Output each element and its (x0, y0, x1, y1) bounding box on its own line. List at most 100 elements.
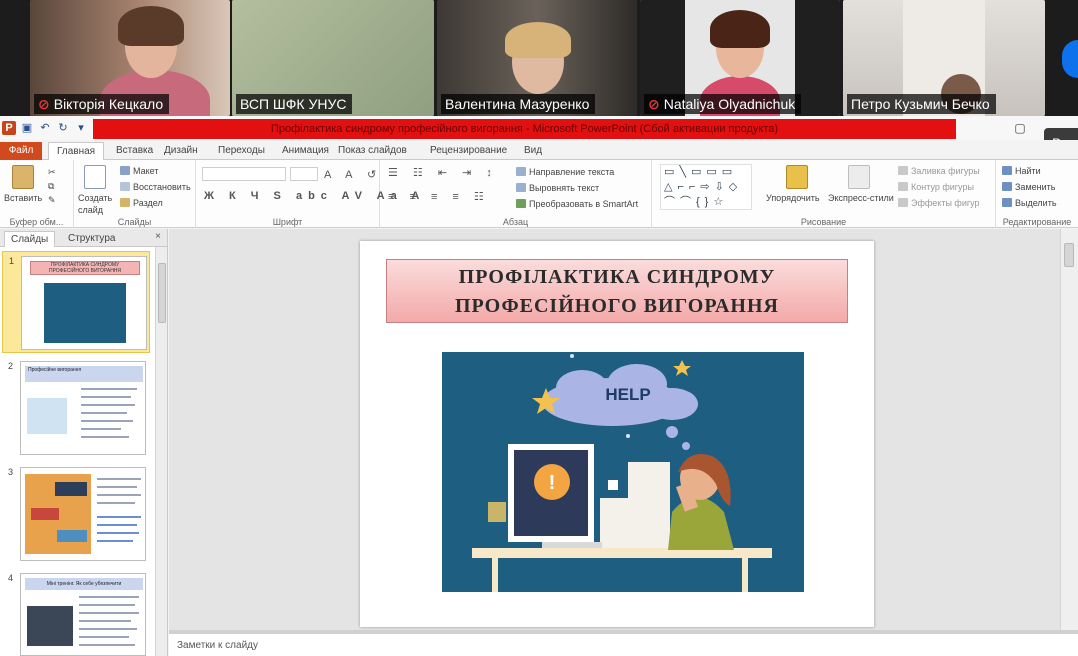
mic-muted-icon: ⊘ (38, 96, 50, 112)
select-button[interactable]: Выделить (1002, 197, 1057, 209)
shape-effects-icon (898, 198, 908, 207)
slide-thumbnail-4[interactable]: 4 Міні тренінг. Як себе убезпечити (2, 569, 150, 656)
format-painter-icon[interactable]: ✎ (48, 194, 56, 206)
slide-number: 2 (8, 361, 14, 371)
scroll-thumb[interactable] (1064, 243, 1074, 267)
editor-scrollbar[interactable] (1060, 229, 1078, 630)
participant-tile[interactable]: ⊘ Вікторія Кецкало (30, 0, 230, 116)
slide-thumbnail-3[interactable]: 3 (2, 463, 150, 565)
copy-icon[interactable]: ⧉ (48, 180, 54, 192)
shape-effects-button[interactable]: Эффекты фигур (898, 197, 980, 209)
shape-fill-button[interactable]: Заливка фигуры (898, 165, 980, 177)
group-label: Буфер обм... (9, 217, 64, 227)
layout-icon (120, 166, 130, 175)
customize-toolbar-icon[interactable]: ▾ (74, 121, 88, 135)
burnout-illustration[interactable]: HELP ! (442, 352, 804, 592)
slide-thumbnail-2[interactable]: 2 Професійне вигорання (2, 357, 150, 459)
shape-outline-button[interactable]: Контур фигуры (898, 181, 974, 193)
tab-design[interactable]: Дизайн (164, 142, 198, 160)
text-direction-button[interactable]: Направление текста (516, 166, 614, 178)
layout-button[interactable]: Макет (120, 165, 158, 177)
join-button[interactable] (1062, 40, 1078, 78)
video-strip: ⊘ Вікторія Кецкало ВСП ШФК УНУС Валентина… (0, 0, 1078, 116)
panel-scrollbar[interactable] (155, 247, 167, 656)
notes-pane[interactable]: Заметки к слайду (169, 630, 1078, 656)
paste-button[interactable]: Вставить (4, 192, 42, 204)
help-cloud-icon (542, 364, 698, 450)
list-icons[interactable]: ☰ ☷ ⇤ ⇥ ↕ (388, 166, 498, 179)
thumbnail-preview: Професійне вигорання (20, 361, 146, 455)
arrange-button[interactable]: Упорядочить (766, 192, 820, 204)
tab-slide-show[interactable]: Показ слайдов (338, 142, 407, 160)
new-slide-button[interactable]: Создать слайд (78, 192, 118, 216)
find-button[interactable]: Найти (1002, 165, 1041, 177)
thumbnail-preview: ПРОФІЛАКТИКА СИНДРОМУ ПРОФЕСІЙНОГО ВИГОР… (21, 256, 147, 350)
tab-file[interactable]: Файл (0, 142, 42, 160)
thumbnail-title: Професійне вигорання (25, 366, 143, 382)
group-slides: Создать слайд Макет Восстановить Раздел … (74, 160, 196, 228)
save-icon[interactable]: ▣ (20, 121, 34, 135)
tab-review[interactable]: Рецензирование (430, 142, 507, 160)
star-icon (673, 360, 691, 376)
smartart-button[interactable]: Преобразовать в SmartArt (516, 198, 638, 210)
participant-tile[interactable]: ВСП ШФК УНУС (232, 0, 434, 116)
scroll-thumb[interactable] (158, 263, 166, 323)
shape-fill-icon (898, 166, 908, 175)
thumbnail-image (27, 606, 73, 646)
slide-thumbnail-1[interactable]: 1 ПРОФІЛАКТИКА СИНДРОМУ ПРОФЕСІЙНОГО ВИГ… (2, 251, 150, 353)
participant-name: ⊘ Вікторія Кецкало (34, 94, 170, 114)
cut-icon[interactable]: ✂ (48, 166, 56, 178)
participant-tile[interactable]: Петро Кузьмич Бечко (843, 0, 1045, 116)
replace-button[interactable]: Заменить (1002, 181, 1055, 193)
tab-outline[interactable]: Структура (62, 231, 121, 247)
restore-window-icon[interactable]: ▢ (1012, 120, 1028, 136)
font-name-field[interactable] (202, 167, 286, 181)
ribbon: Вставить ✂ ⧉ ✎ Буфер обм... Создать слай… (0, 160, 1078, 228)
font-size-icons[interactable]: A A ↺ (324, 168, 382, 181)
redo-icon[interactable]: ↻ (56, 121, 70, 135)
help-text: HELP (605, 385, 650, 404)
group-editing: Найти Заменить Выделить Редактирование (996, 160, 1078, 228)
quick-styles-button[interactable]: Экспресс-стили (828, 192, 894, 204)
align-text-button[interactable]: Выровнять текст (516, 182, 599, 194)
group-label: Шрифт (272, 217, 303, 227)
group-label: Редактирование (1002, 217, 1072, 227)
font-size-field[interactable] (290, 167, 318, 181)
participant-tile[interactable]: ⊘ Nataliya Olyadnichuk (640, 0, 840, 116)
quick-access-toolbar: P ▣ ↶ ↻ ▾ (2, 121, 88, 137)
keyboard-icon (542, 542, 602, 548)
powerpoint-window: P ▣ ↶ ↻ ▾ Профілактика синдрому професій… (0, 116, 1078, 656)
tab-view[interactable]: Вид (524, 142, 542, 160)
slide-title-line: ПРОФЕСІЙНОГО ВИГОРАННЯ (455, 295, 779, 317)
shapes-gallery[interactable]: ▭╲▭▭▭ △⌐⌐⇨⇩◇ ⌒⌒{}☆ (660, 164, 752, 210)
text-direction-icon (516, 167, 526, 176)
title-bar: P ▣ ↶ ↻ ▾ Профілактика синдрому професій… (0, 116, 1078, 158)
section-button[interactable]: Раздел (120, 197, 163, 209)
align-icons[interactable]: ≡ ≡ ≡ ≡ ☷ (388, 190, 490, 203)
thumbnail-image (27, 398, 67, 434)
monitor-icon: ! (508, 444, 594, 542)
reset-button[interactable]: Восстановить (120, 181, 191, 193)
close-panel-icon[interactable]: × (155, 231, 161, 242)
slide-title[interactable]: ПРОФІЛАКТИКА СИНДРОМУ ПРОФЕСІЙНОГО ВИГОР… (386, 259, 848, 323)
participant-name: Петро Кузьмич Бечко (847, 94, 996, 114)
panel-tabs: Слайды Структура × (0, 229, 167, 247)
tab-transitions[interactable]: Переходы (218, 142, 265, 160)
slides-panel: Слайды Структура × 1 ПРОФІЛАКТИКА СИНДРО… (0, 229, 168, 656)
tab-insert[interactable]: Вставка (116, 142, 153, 160)
group-label: Слайды (117, 217, 152, 227)
mug-icon (488, 502, 506, 522)
participant-name: Валентина Мазуренко (441, 94, 596, 114)
powerpoint-logo-icon: P (2, 121, 16, 135)
tab-slides[interactable]: Слайды (4, 231, 56, 247)
undo-icon[interactable]: ↶ (38, 121, 52, 135)
current-slide[interactable]: ПРОФІЛАКТИКА СИНДРОМУ ПРОФЕСІЙНОГО ВИГОР… (360, 241, 874, 627)
tab-home[interactable]: Главная (48, 142, 105, 161)
ribbon-tabs: Файл Главная Вставка Дизайн Переходы Ани… (0, 140, 1078, 161)
thumbnail-image (44, 283, 126, 343)
mic-muted-icon: ⊘ (648, 96, 660, 112)
participant-tile[interactable]: Валентина Мазуренко (437, 0, 637, 116)
tab-animation[interactable]: Анимация (282, 142, 329, 160)
notes-placeholder: Заметки к слайду (177, 640, 258, 651)
group-label: Абзац (502, 217, 529, 227)
